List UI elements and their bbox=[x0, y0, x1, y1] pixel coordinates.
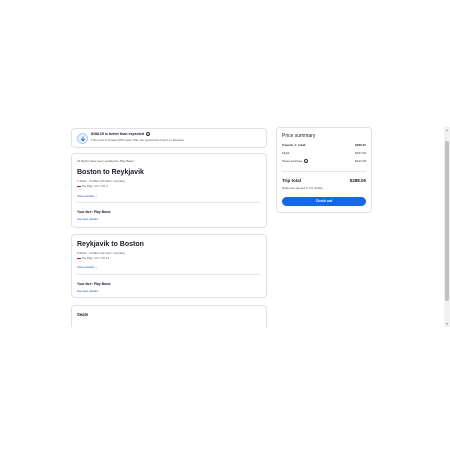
seats-section: Seats bbox=[71, 305, 267, 327]
info-icon[interactable]: i bbox=[304, 159, 309, 164]
taxes-label-text: Taxes and fees bbox=[282, 159, 303, 163]
show-details-link[interactable]: Show details⌄ bbox=[77, 265, 98, 269]
seats-title: Seats bbox=[77, 312, 89, 317]
flight-price-label: Flight bbox=[282, 151, 290, 155]
show-details-link[interactable]: Show details⌄ bbox=[77, 194, 98, 198]
traveler-label: Traveler 1: Adult bbox=[282, 143, 306, 147]
trip-total-label: Trip total bbox=[282, 178, 301, 183]
show-details-label: Show details bbox=[77, 265, 95, 269]
airline-text: Fly Play • Fri, Oct 11 bbox=[82, 256, 110, 260]
banner-subtitle: This price is at least 60% lower than th… bbox=[91, 138, 184, 142]
flight-route: Boston to Reykjavik bbox=[77, 169, 144, 176]
fare-label: Your fare: Play Basic bbox=[77, 210, 111, 214]
banner-title-text: $288.05 is better than expected bbox=[91, 132, 145, 136]
fare-details-link[interactable]: See fare details bbox=[77, 289, 98, 293]
flight-times: 7:15pm - 6:45am (5h 30m, nonstop) bbox=[77, 179, 125, 183]
rates-note: Rates are quoted in US dollars bbox=[282, 186, 323, 190]
flight-card-outbound: All flights have been updated to Play Ba… bbox=[71, 153, 267, 228]
flight-route: Reykjavik to Boston bbox=[77, 241, 144, 248]
airline-logo-icon bbox=[77, 257, 81, 259]
fare-update-notice: All flights have been updated to Play Ba… bbox=[77, 159, 135, 163]
chevron-down-icon: ⌄ bbox=[95, 194, 98, 198]
scroll-up-icon[interactable]: ▲ bbox=[444, 127, 450, 133]
airline-logo-icon bbox=[77, 185, 81, 187]
fare-label: Your fare: Play Basic bbox=[77, 282, 111, 286]
summary-divider bbox=[282, 171, 366, 172]
flight-airline: Fly Play • Fri, Oct 11 bbox=[77, 256, 109, 260]
flight-times: 5:50pm - 6:00pm (4h 10m, nonstop) bbox=[77, 251, 125, 255]
checkout-button[interactable]: Check out bbox=[282, 197, 366, 206]
taxes-label: Taxes and fees i bbox=[282, 159, 309, 164]
scroll-down-icon[interactable]: ▼ bbox=[444, 321, 450, 327]
banner-title: $288.05 is better than expected i bbox=[91, 132, 151, 137]
flight-card-return: Reykjavik to Boston 5:50pm - 6:00pm (4h … bbox=[71, 234, 267, 298]
price-summary-title: Price summary bbox=[282, 133, 316, 139]
chevron-down-icon: ⌄ bbox=[95, 265, 98, 269]
trip-total-value: $288.05 bbox=[349, 178, 366, 183]
info-icon[interactable]: i bbox=[146, 132, 151, 137]
fare-details-link[interactable]: See fare details bbox=[77, 217, 98, 221]
scrollbar-thumb[interactable] bbox=[445, 141, 449, 301]
show-details-label: Show details bbox=[77, 194, 95, 198]
price-summary-card: Price summary Traveler 1: Adult $288.05 … bbox=[276, 127, 372, 213]
flight-airline: Fly Play • Fri, Oct 4 bbox=[77, 184, 108, 188]
divider bbox=[77, 202, 261, 203]
airline-text: Fly Play • Fri, Oct 4 bbox=[82, 184, 108, 188]
price-drop-icon bbox=[77, 133, 88, 144]
taxes-value: $121.05 bbox=[355, 159, 366, 163]
divider bbox=[77, 274, 261, 275]
traveler-value: $288.05 bbox=[355, 143, 366, 147]
price-insight-banner: $288.05 is better than expected i This p… bbox=[71, 128, 267, 148]
flight-price-value: $167.00 bbox=[355, 151, 366, 155]
